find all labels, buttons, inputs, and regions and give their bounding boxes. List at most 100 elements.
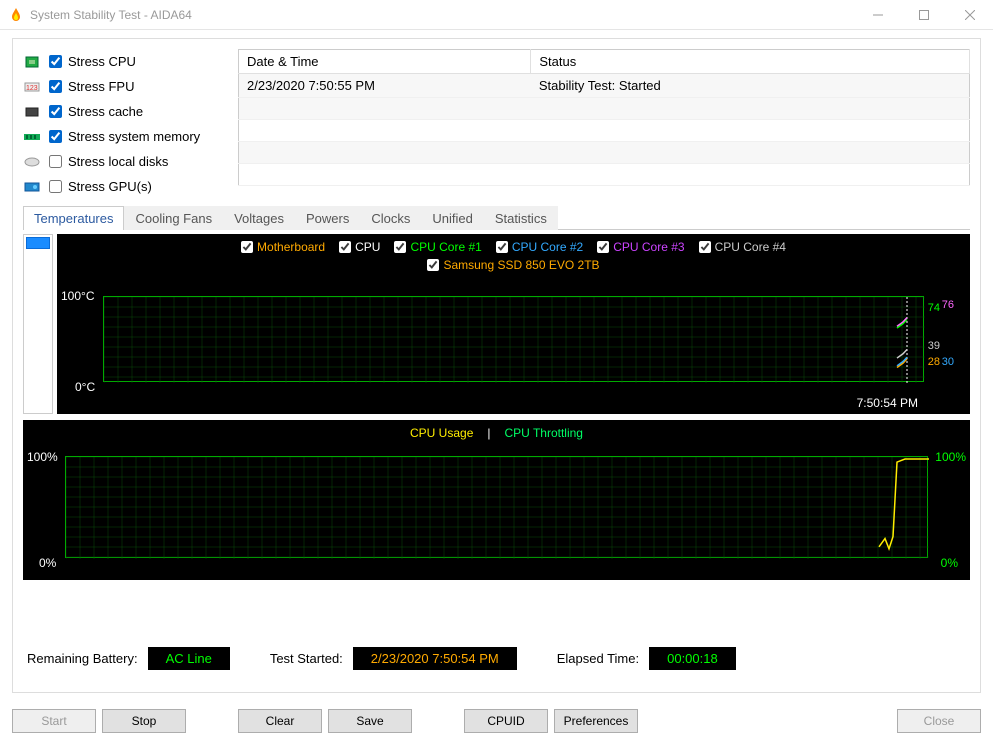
temp-legend-4[interactable]: CPU Core #3: [597, 240, 684, 254]
tab-strip: TemperaturesCooling FansVoltagesPowersCl…: [23, 205, 970, 230]
temp-legend-checkbox-6[interactable]: [427, 259, 439, 271]
temp-legend-label-3: CPU Core #2: [512, 240, 583, 254]
svg-text:123: 123: [26, 85, 38, 92]
temp-legend-label-5: CPU Core #4: [715, 240, 786, 254]
temp-legend-0[interactable]: Motherboard: [241, 240, 325, 254]
stress-option-0: Stress CPU: [23, 49, 228, 74]
legend-separator: |: [487, 426, 490, 440]
stress-label-5: Stress GPU(s): [68, 179, 152, 194]
started-value: 2/23/2020 7:50:54 PM: [353, 647, 517, 670]
stress-option-3: Stress system memory: [23, 124, 228, 149]
stop-button[interactable]: Stop: [102, 709, 186, 733]
temp-legend-checkbox-5[interactable]: [699, 241, 711, 253]
main-panel: Stress CPU 123 Stress FPU Stress cache St…: [12, 38, 981, 693]
stress-checkbox-2[interactable]: [49, 105, 62, 118]
stress-checkbox-5[interactable]: [49, 180, 62, 193]
cpu-y-min: 0%: [39, 556, 56, 570]
stress-checkbox-0[interactable]: [49, 55, 62, 68]
temp-readout: 76: [942, 299, 954, 311]
temp-readout: 39: [928, 340, 940, 352]
window-title: System Stability Test - AIDA64: [30, 8, 192, 22]
cache-icon: [23, 105, 43, 119]
temp-legend-checkbox-3[interactable]: [496, 241, 508, 253]
close-button[interactable]: [947, 0, 993, 30]
cpu-y-max: 100%: [27, 450, 58, 464]
log-header-datetime: Date & Time: [239, 50, 531, 74]
temp-legend-3[interactable]: CPU Core #2: [496, 240, 583, 254]
disk-icon: [23, 155, 43, 169]
cpu-throttling-legend: CPU Throttling: [505, 426, 583, 440]
log-row[interactable]: 2/23/2020 7:50:55 PMStability Test: Star…: [239, 74, 970, 98]
start-button[interactable]: Start: [12, 709, 96, 733]
temp-legend-checkbox-2[interactable]: [394, 241, 406, 253]
clear-button[interactable]: Clear: [238, 709, 322, 733]
ram-icon: [23, 130, 43, 144]
temp-legend-label-2: CPU Core #1: [410, 240, 481, 254]
temp-legend-1[interactable]: CPU: [339, 240, 380, 254]
tab-statistics[interactable]: Statistics: [484, 206, 558, 230]
temp-legend-6[interactable]: Samsung SSD 850 EVO 2TB: [427, 258, 599, 272]
button-bar: Start Stop Clear Save CPUID Preferences …: [0, 701, 993, 741]
stress-label-4: Stress local disks: [68, 154, 168, 169]
cpu-right-min: 0%: [941, 556, 958, 570]
battery-value: AC Line: [148, 647, 230, 670]
cpu-usage-chart: CPU Usage | CPU Throttling 100% 0% 100% …: [23, 420, 970, 580]
cpu-icon: [23, 55, 43, 69]
log-cell-status: Stability Test: Started: [531, 74, 970, 98]
temp-legend-2[interactable]: CPU Core #1: [394, 240, 481, 254]
title-bar: System Stability Test - AIDA64: [0, 0, 993, 30]
save-button[interactable]: Save: [328, 709, 412, 733]
stress-checkbox-3[interactable]: [49, 130, 62, 143]
temp-legend-checkbox-0[interactable]: [241, 241, 253, 253]
tab-cooling-fans[interactable]: Cooling Fans: [124, 206, 223, 230]
stress-options: Stress CPU 123 Stress FPU Stress cache St…: [23, 49, 228, 199]
log-table: Date & Time Status 2/23/2020 7:50:55 PMS…: [238, 49, 970, 186]
stress-label-0: Stress CPU: [68, 54, 136, 69]
stress-checkbox-1[interactable]: [49, 80, 62, 93]
stress-option-1: 123 Stress FPU: [23, 74, 228, 99]
temp-legend-checkbox-4[interactable]: [597, 241, 609, 253]
battery-label: Remaining Battery:: [27, 651, 138, 666]
tab-powers[interactable]: Powers: [295, 206, 360, 230]
fpu-icon: 123: [23, 80, 43, 94]
close-app-button[interactable]: Close: [897, 709, 981, 733]
temp-legend-checkbox-1[interactable]: [339, 241, 351, 253]
status-row: Remaining Battery: AC Line Test Started:…: [23, 635, 970, 682]
stress-option-4: Stress local disks: [23, 149, 228, 174]
stress-option-2: Stress cache: [23, 99, 228, 124]
temp-time-label: 7:50:54 PM: [857, 396, 918, 410]
temp-readout: 28: [928, 356, 940, 368]
stress-option-5: Stress GPU(s): [23, 174, 228, 199]
elapsed-value: 00:00:18: [649, 647, 736, 670]
log-header-status: Status: [531, 50, 970, 74]
temperature-chart: Motherboard CPU CPU Core #1 CPU Core #2 CPU …: [57, 234, 970, 414]
stress-label-3: Stress system memory: [68, 129, 200, 144]
elapsed-label: Elapsed Time:: [557, 651, 639, 666]
temp-legend-label-6: Samsung SSD 850 EVO 2TB: [443, 258, 599, 272]
tab-unified[interactable]: Unified: [421, 206, 483, 230]
temp-readout: 30: [942, 356, 954, 368]
tab-voltages[interactable]: Voltages: [223, 206, 295, 230]
cpu-right-max: 100%: [935, 450, 966, 464]
chart-sidebar[interactable]: [23, 234, 53, 414]
started-label: Test Started:: [270, 651, 343, 666]
temp-y-min: 0°C: [75, 380, 95, 394]
log-cell-datetime: 2/23/2020 7:50:55 PM: [239, 74, 531, 98]
stress-checkbox-4[interactable]: [49, 155, 62, 168]
stress-label-1: Stress FPU: [68, 79, 134, 94]
preferences-button[interactable]: Preferences: [554, 709, 638, 733]
temp-legend-label-4: CPU Core #3: [613, 240, 684, 254]
cpu-usage-legend: CPU Usage: [410, 426, 473, 440]
temp-legend-label-0: Motherboard: [257, 240, 325, 254]
tab-clocks[interactable]: Clocks: [360, 206, 421, 230]
maximize-button[interactable]: [901, 0, 947, 30]
gpu-icon: [23, 180, 43, 194]
temp-y-max: 100°C: [61, 289, 95, 303]
app-icon: [8, 7, 24, 23]
tab-temperatures[interactable]: Temperatures: [23, 206, 124, 230]
temp-legend-label-1: CPU: [355, 240, 380, 254]
stress-label-2: Stress cache: [68, 104, 143, 119]
temp-legend-5[interactable]: CPU Core #4: [699, 240, 786, 254]
cpuid-button[interactable]: CPUID: [464, 709, 548, 733]
minimize-button[interactable]: [855, 0, 901, 30]
